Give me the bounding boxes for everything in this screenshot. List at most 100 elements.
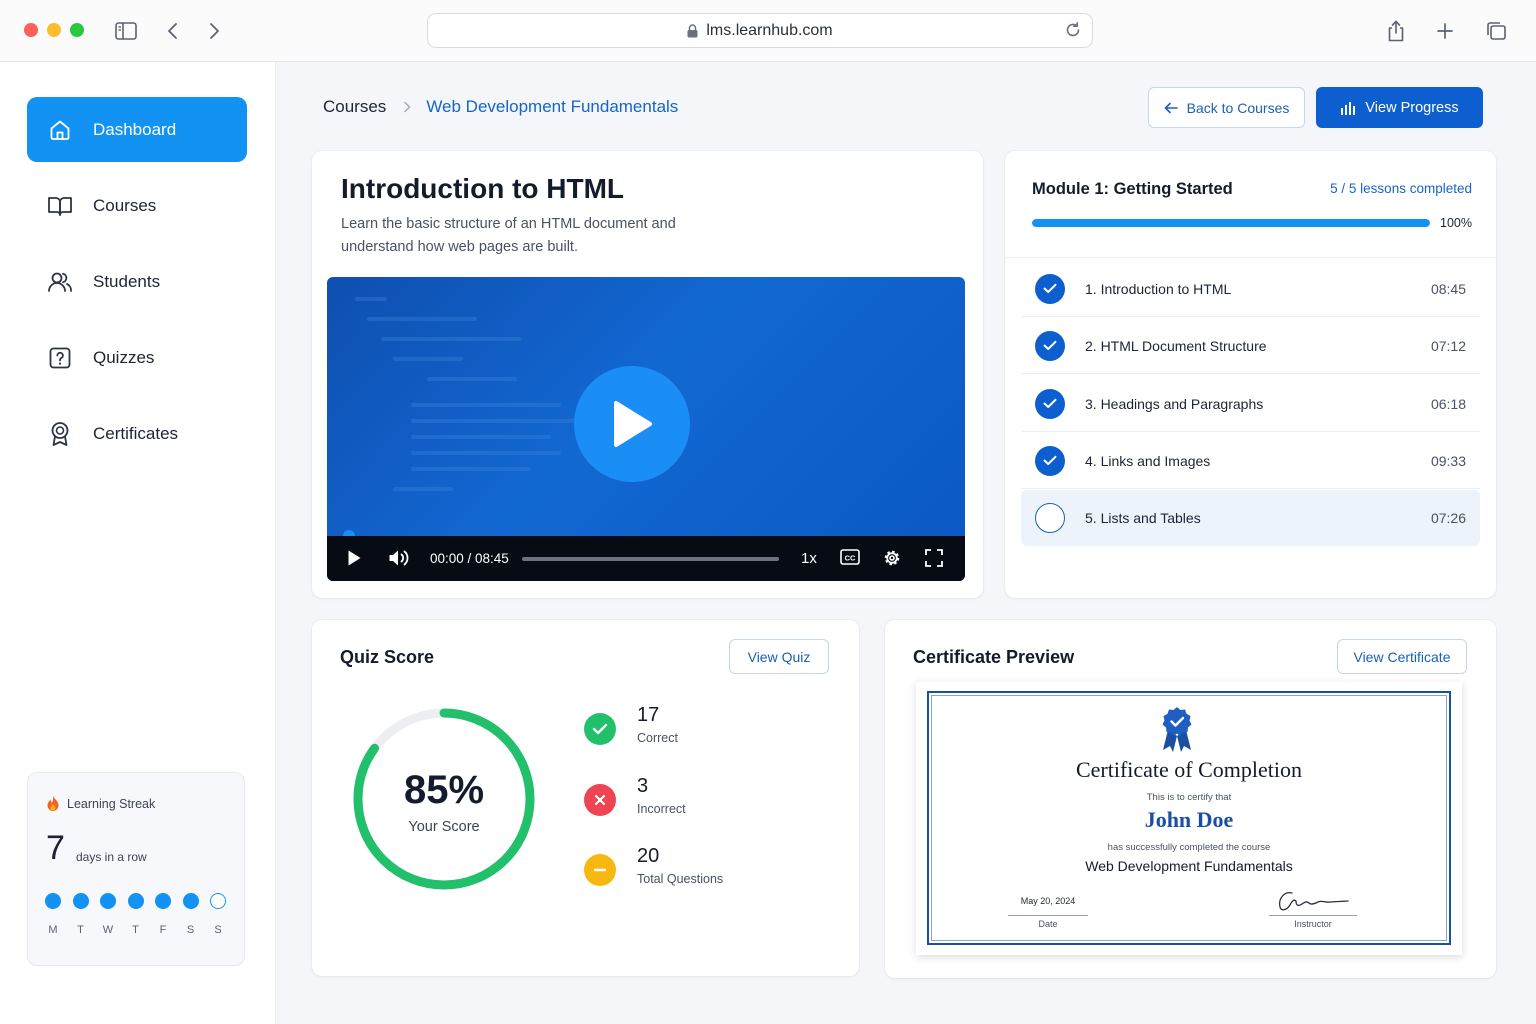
minus-circle-icon [584, 854, 616, 886]
module-progress-fill [1032, 219, 1430, 227]
captions-icon[interactable]: CC [840, 548, 860, 566]
streak-day-done [100, 893, 116, 909]
play-icon[interactable] [347, 549, 362, 567]
view-certificate-button[interactable]: View Certificate [1337, 639, 1467, 674]
playback-speed-button[interactable]: 1x [801, 550, 817, 567]
sidebar-item-courses[interactable]: Courses [27, 173, 247, 238]
day-label: F [159, 924, 167, 936]
sidebar-toggle-icon[interactable] [113, 18, 139, 44]
lesson-row[interactable]: 4. Links and Images 09:33 [1021, 433, 1480, 489]
lesson-name: 3. Headings and Paragraphs [1085, 395, 1264, 412]
module-progress-percent: 100% [1440, 216, 1472, 230]
lesson-name: 4. Links and Images [1085, 452, 1211, 469]
streak-day-done [45, 893, 61, 909]
stat-value: 3 [637, 775, 649, 797]
close-window-button[interactable] [24, 23, 38, 37]
award-ribbon-icon [1162, 707, 1192, 752]
day-label: W [102, 924, 114, 936]
forward-arrow-icon[interactable] [201, 18, 227, 44]
lesson-row[interactable]: 1. Introduction to HTML 08:45 [1021, 261, 1480, 317]
check-icon [1035, 330, 1065, 361]
certificate-document[interactable]: Certificate of Completion This is to cer… [916, 682, 1462, 955]
lesson-card: Introduction to HTML Learn the basic str… [312, 151, 983, 598]
check-icon [1035, 388, 1065, 419]
streak-title: Learning Streak [67, 796, 156, 811]
back-to-courses-button[interactable]: Back to Courses [1148, 87, 1305, 128]
lesson-description: Learn the basic structure of an HTML doc… [341, 216, 676, 255]
maximize-window-button[interactable] [70, 23, 84, 37]
sidebar: Dashboard Courses Students Quizzes Certi… [0, 62, 276, 1024]
lock-icon [687, 23, 698, 38]
sidebar-item-label: Courses [93, 195, 157, 215]
certificate-recipient-name: John Doe [1144, 807, 1234, 832]
stat-value: 20 [637, 845, 660, 867]
users-icon [47, 269, 73, 295]
back-to-courses-label: Back to Courses [1186, 99, 1290, 116]
tab-overview-icon[interactable] [1483, 18, 1509, 44]
sidebar-item-dashboard[interactable]: Dashboard [27, 97, 247, 162]
certificate-instructor-label: Instructor [1269, 915, 1357, 929]
stat-label: Incorrect [637, 802, 686, 816]
view-progress-button[interactable]: View Progress [1316, 87, 1483, 128]
settings-gear-icon[interactable] [882, 548, 902, 568]
lesson-duration: 06:18 [1430, 395, 1466, 412]
view-quiz-button[interactable]: View Quiz [729, 639, 829, 674]
book-icon [47, 193, 73, 219]
module-progress-bar [1032, 219, 1430, 227]
bar-chart-icon [1340, 101, 1356, 115]
url-text: lms.learnhub.com [706, 21, 833, 39]
new-tab-icon[interactable] [1432, 18, 1458, 44]
breadcrumb-courses-link[interactable]: Courses [323, 97, 386, 117]
window-controls [24, 23, 84, 37]
home-icon [47, 117, 73, 143]
check-icon [1035, 445, 1065, 476]
video-player[interactable]: 00:00 / 08:45 1x CC [327, 277, 965, 581]
video-scrubber[interactable] [522, 557, 779, 561]
view-progress-label: View Progress [1365, 99, 1459, 116]
streak-day-done [182, 893, 199, 909]
incomplete-circle-icon [1035, 503, 1065, 533]
back-arrow-icon[interactable] [160, 18, 186, 44]
fullscreen-icon[interactable] [924, 548, 944, 568]
quiz-score-card: Quiz Score View Quiz 85% Your Score 17 C… [312, 620, 859, 976]
streak-day-done [155, 893, 171, 909]
award-icon [47, 421, 73, 447]
streak-count: 7 [46, 829, 65, 867]
certificate-completed-text: has successfully completed the course [1107, 842, 1271, 853]
day-label: S [186, 924, 195, 936]
share-icon[interactable] [1383, 18, 1409, 44]
stat-value: 17 [637, 704, 660, 726]
module-title: Module 1: Getting Started [1032, 180, 1233, 198]
minimize-window-button[interactable] [47, 23, 61, 37]
lesson-duration: 07:12 [1430, 337, 1466, 354]
address-bar[interactable]: lms.learnhub.com [427, 13, 1093, 48]
reload-icon[interactable] [1064, 21, 1082, 39]
sidebar-item-certificates[interactable]: Certificates [27, 401, 247, 466]
lesson-name: 1. Introduction to HTML [1085, 280, 1232, 297]
certificate-course-name: Web Development Fundamentals [1085, 858, 1293, 874]
check-icon [1035, 273, 1065, 304]
lesson-duration: 08:45 [1430, 280, 1466, 297]
volume-icon[interactable] [388, 548, 410, 568]
sidebar-item-quizzes[interactable]: Quizzes [27, 325, 247, 390]
question-icon [47, 345, 73, 371]
certificate-date: May 20, 2024 [1020, 896, 1076, 906]
lesson-duration: 09:33 [1430, 452, 1466, 469]
lesson-title: Introduction to HTML [341, 173, 625, 204]
score-caption: Your Score [408, 819, 480, 835]
lesson-row[interactable]: 2. HTML Document Structure 07:12 [1021, 318, 1480, 374]
play-video-button[interactable] [574, 366, 690, 482]
video-controls: 00:00 / 08:45 1x CC [327, 536, 965, 581]
streak-day-done [72, 893, 89, 909]
x-circle-icon [584, 784, 616, 816]
day-label: M [48, 924, 58, 936]
sidebar-item-label: Dashboard [93, 119, 177, 139]
module-lesson-count: 5 / 5 lessons completed [1330, 181, 1472, 196]
lesson-row-current[interactable]: 5. Lists and Tables 07:26 [1021, 490, 1480, 546]
streak-day-done [127, 893, 144, 909]
lesson-row[interactable]: 3. Headings and Paragraphs 06:18 [1021, 376, 1480, 432]
flame-icon [46, 795, 60, 812]
sidebar-item-students[interactable]: Students [27, 249, 247, 314]
signature-icon [1278, 892, 1349, 911]
streak-subtitle: days in a row [76, 850, 147, 864]
